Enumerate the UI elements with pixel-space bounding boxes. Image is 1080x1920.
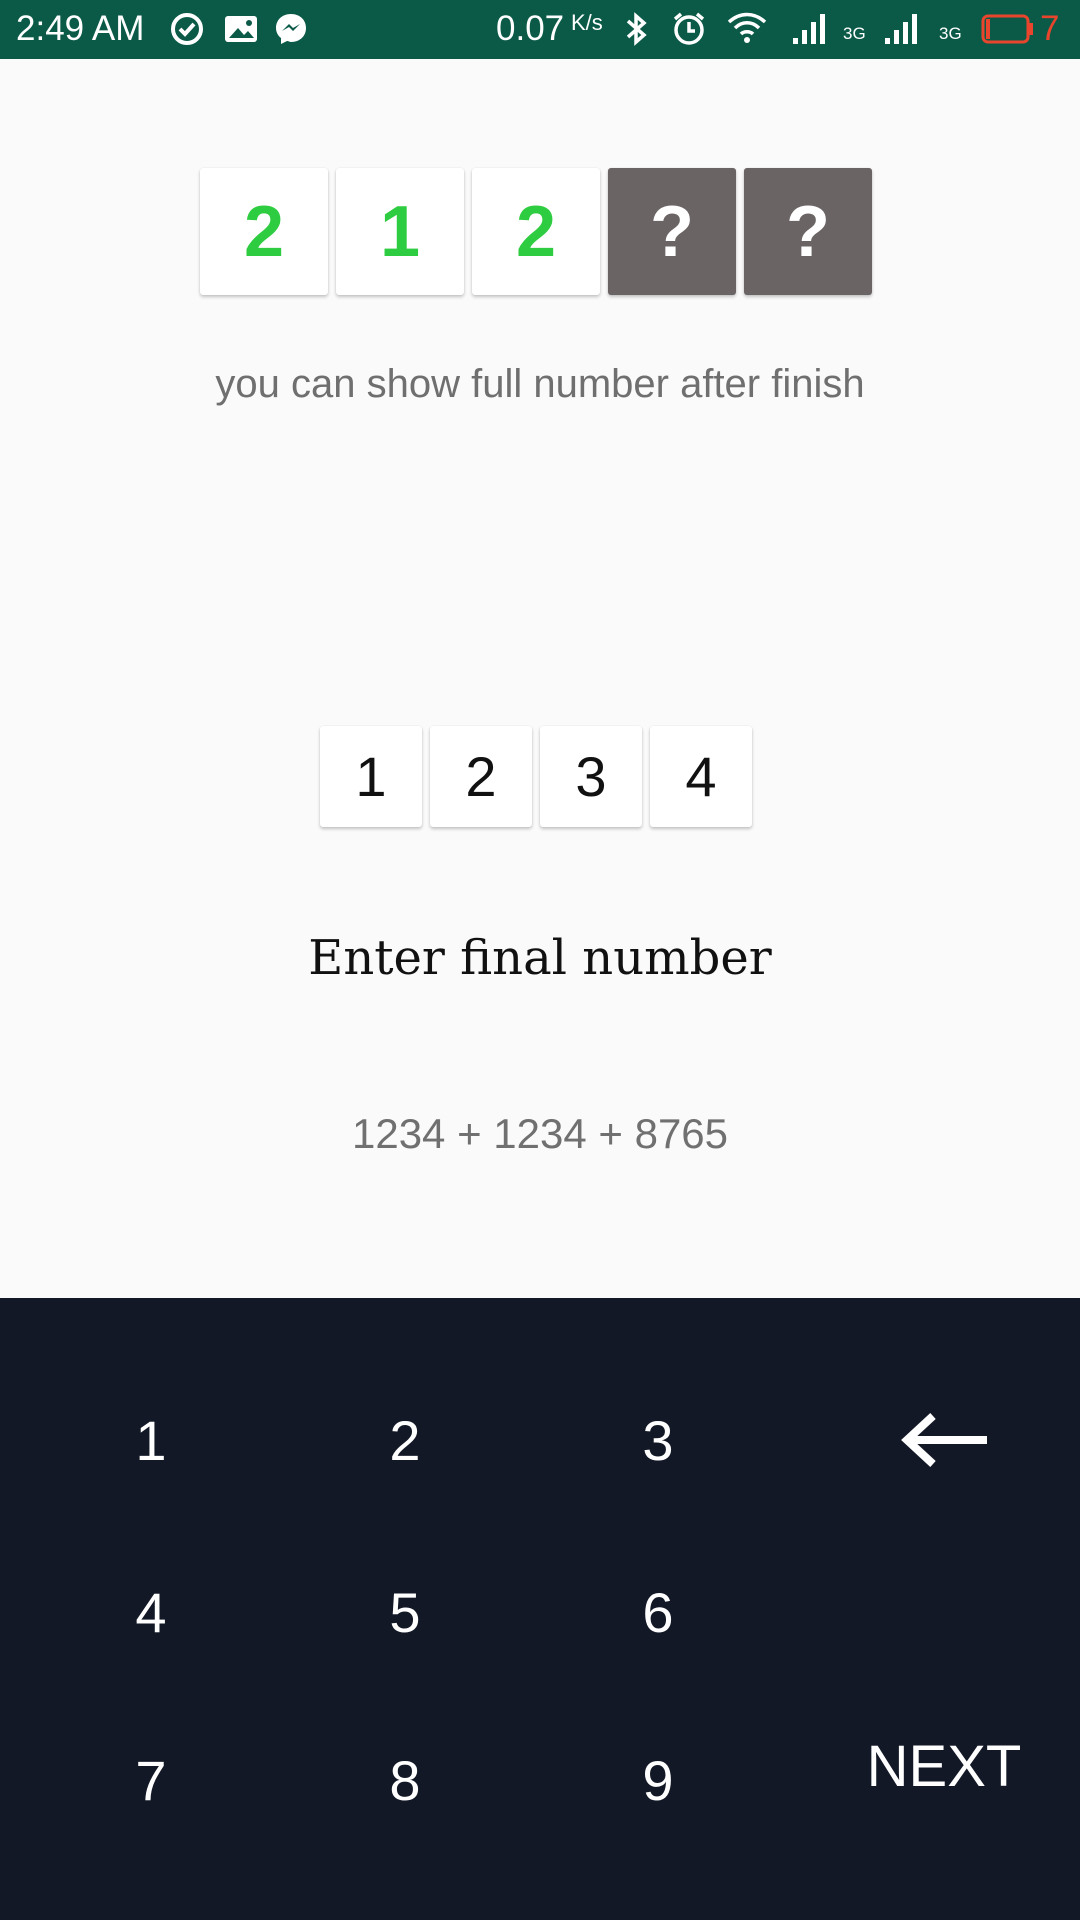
wifi-icon: [727, 12, 767, 43]
prompt-title: Enter final number: [308, 930, 772, 986]
entered-digit-box: 1: [320, 726, 422, 827]
key-1[interactable]: 1: [51, 1380, 251, 1500]
hidden-digit: ?: [786, 191, 830, 272]
entered-digit: 1: [355, 745, 387, 808]
entered-digit-box: 4: [650, 726, 752, 827]
alarm-icon: [673, 12, 705, 45]
key-7[interactable]: 7: [51, 1720, 251, 1840]
network-type-1: 3G: [843, 24, 866, 43]
backspace-arrow-icon: [901, 1413, 987, 1467]
key-6[interactable]: 6: [558, 1552, 758, 1672]
battery-icon: [981, 14, 1033, 44]
photo-icon: [225, 16, 257, 42]
signal-icon: [885, 14, 917, 44]
revealed-digit-card: 2: [472, 168, 600, 295]
digit: 2: [515, 191, 557, 272]
hidden-digit: ?: [650, 191, 694, 272]
expression-text: 1234 + 1234 + 8765: [351, 1110, 729, 1157]
bluetooth-icon: [626, 12, 647, 46]
digit: 2: [243, 191, 285, 272]
revealed-digit-card: 2: [200, 168, 328, 295]
key-3[interactable]: 3: [558, 1380, 758, 1500]
check-circle-icon: [171, 13, 203, 45]
key-2[interactable]: 2: [305, 1380, 505, 1500]
network-type-2: 3G: [939, 24, 962, 43]
entered-digit-box: 3: [540, 726, 642, 827]
signal-icon: [793, 14, 825, 44]
digit: 1: [379, 191, 421, 272]
entered-digit: 4: [685, 745, 717, 808]
hidden-digit-card: ?: [744, 168, 872, 295]
network-speed: 0.07: [496, 9, 565, 48]
battery-level: 7: [1040, 9, 1060, 48]
entered-digit: 2: [465, 745, 497, 808]
revealed-digit-card: 1: [336, 168, 464, 295]
network-speed-unit: K/s: [571, 10, 603, 35]
messenger-icon: [276, 14, 306, 44]
status-time: 2:49 AM: [16, 9, 145, 48]
hint-text: you can show full number after finish: [215, 362, 865, 406]
key-4[interactable]: 4: [51, 1552, 251, 1672]
status-bar: 2:49 AM 0.07 K/s 3G 3G 7: [0, 0, 1080, 59]
hidden-digit-card: ?: [608, 168, 736, 295]
key-8[interactable]: 8: [305, 1720, 505, 1840]
backspace-button[interactable]: [845, 1380, 1045, 1500]
key-9[interactable]: 9: [558, 1720, 758, 1840]
next-button[interactable]: NEXT: [824, 1706, 1064, 1826]
key-5[interactable]: 5: [305, 1552, 505, 1672]
entered-digit-box: 2: [430, 726, 532, 827]
numeric-keypad: 1 2 3 4 5 6 7 8 9 NEXT: [0, 1298, 1080, 1920]
entered-digit: 3: [575, 745, 607, 808]
